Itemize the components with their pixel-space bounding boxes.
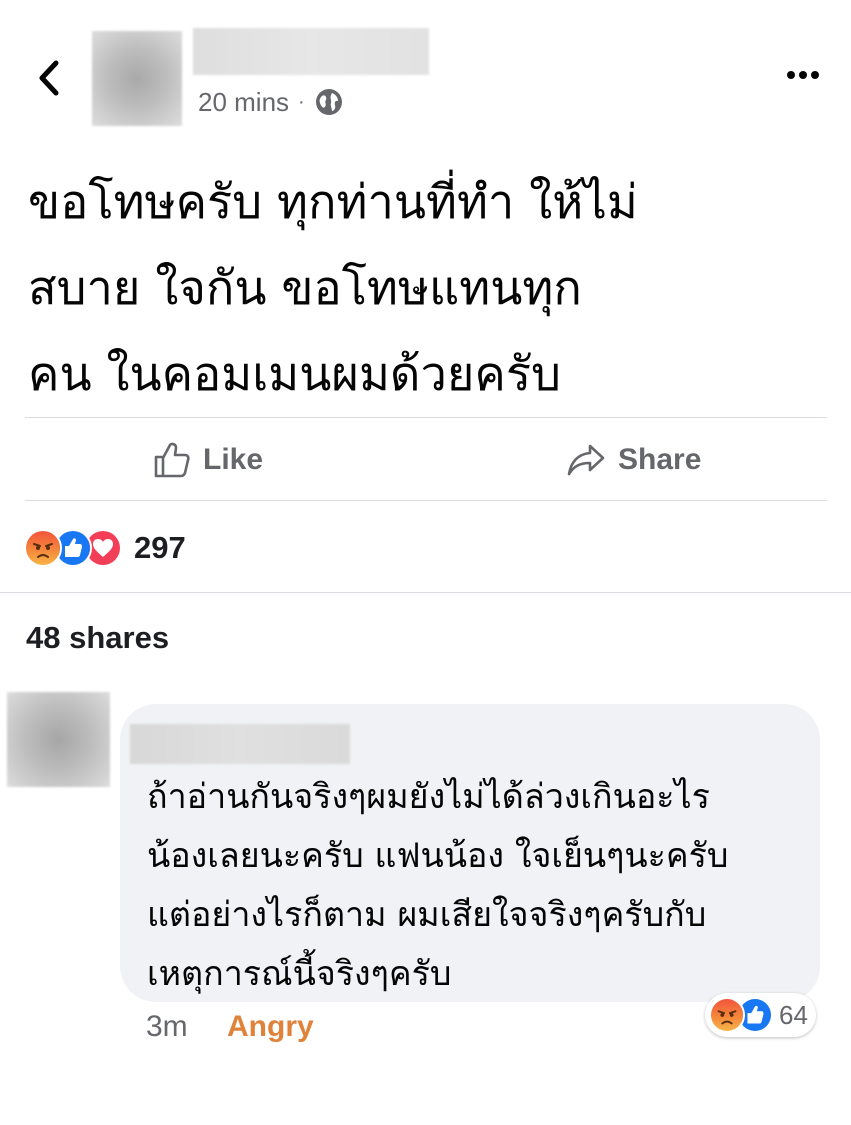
reactions-summary[interactable]: 297 (24, 528, 186, 568)
back-button[interactable] (30, 55, 70, 101)
share-button[interactable]: Share (566, 420, 701, 500)
commenter-name[interactable] (130, 724, 350, 764)
shares-count[interactable]: 48 shares (26, 620, 169, 656)
share-label: Share (618, 443, 702, 476)
divider (0, 592, 851, 593)
comment-reaction-count: 64 (779, 999, 808, 1030)
divider (25, 500, 827, 501)
meta-separator: · (298, 90, 305, 113)
post-meta: 20 mins · (198, 84, 344, 120)
like-label: Like (203, 443, 264, 476)
post-text: ขอโทษครับ ทุกท่านที่ทำ ให้ไม่ สบาย ใจกัน… (28, 175, 638, 402)
thumbs-up-icon (154, 442, 190, 478)
more-options-button[interactable] (783, 60, 823, 90)
comment-reactions[interactable]: 64 (705, 993, 816, 1037)
comment-time: 3m (146, 1010, 188, 1043)
chevron-left-icon (39, 60, 59, 96)
more-horizontal-icon (787, 71, 819, 79)
reaction-count: 297 (134, 530, 186, 565)
like-button[interactable]: Like (153, 420, 263, 500)
angry-react-icon (24, 529, 62, 567)
share-arrow-icon (567, 444, 605, 476)
comment-reaction-button[interactable]: Angry (227, 1010, 314, 1044)
commenter-avatar[interactable] (7, 692, 110, 787)
author-avatar[interactable] (92, 31, 182, 126)
globe-icon (315, 89, 342, 115)
post-timestamp[interactable]: 20 mins (198, 87, 289, 118)
author-name[interactable] (193, 28, 429, 75)
divider (25, 417, 827, 418)
comment-text: ถ้าอ่านกันจริงๆผมยังไม่ได้ล่วงเกินอะไร น… (147, 777, 729, 994)
angry-react-icon (709, 997, 745, 1033)
